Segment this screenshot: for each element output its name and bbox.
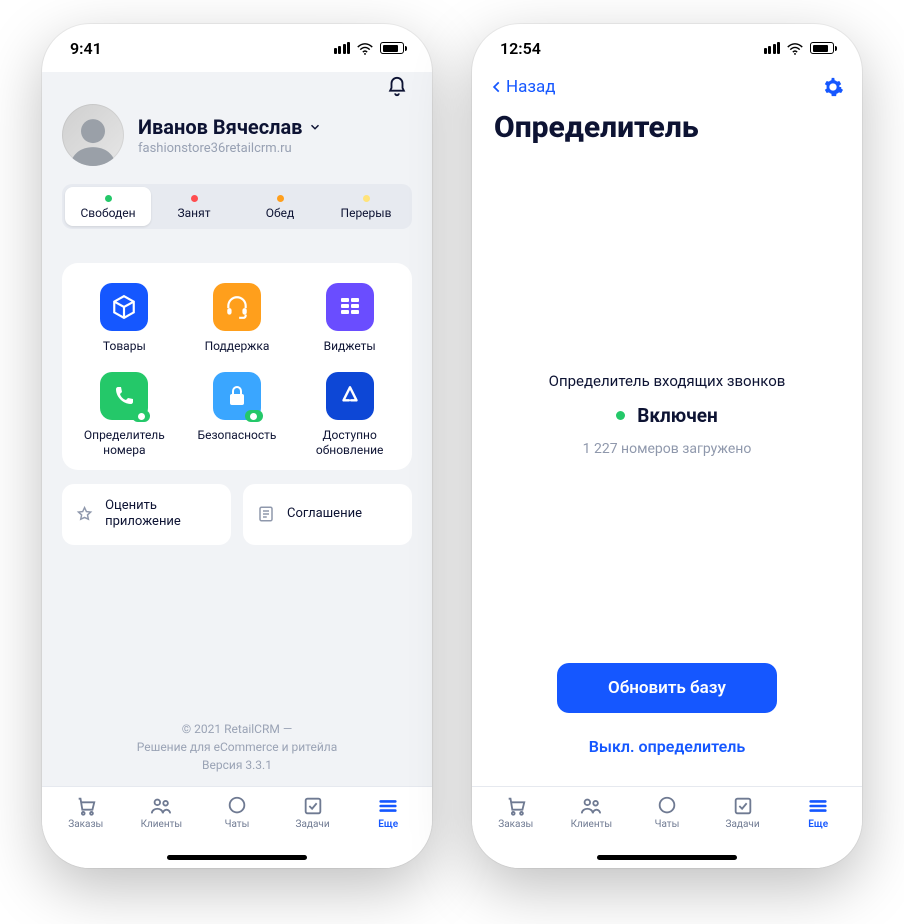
tab-orders[interactable]: Заказы xyxy=(48,795,124,846)
user-header[interactable]: Иванов Вячеслав fashionstore36retailcrm.… xyxy=(62,104,412,166)
grid-item-update[interactable]: Доступно обновление xyxy=(293,368,406,462)
status-indicators xyxy=(334,42,405,55)
document-icon xyxy=(257,504,275,524)
chevron-down-icon xyxy=(308,120,322,134)
tab-chats[interactable]: Чаты xyxy=(629,795,705,846)
agreement-card[interactable]: Соглашение xyxy=(243,484,412,545)
rate-app-card[interactable]: Оценить приложение xyxy=(62,484,231,545)
wifi-icon xyxy=(786,42,804,55)
home-indicator xyxy=(597,855,737,860)
app-footer: © 2021 RetailCRM — Решение для eCommerce… xyxy=(42,720,432,786)
headset-icon xyxy=(213,283,261,331)
widgets-icon xyxy=(326,283,374,331)
features-grid: Товары Поддержка Виджеты xyxy=(62,263,412,470)
disable-caller-id-link[interactable]: Выкл. определитель xyxy=(589,737,745,756)
lock-icon xyxy=(213,372,261,420)
grid-item-security[interactable]: Безопасность xyxy=(181,368,294,462)
tab-clients[interactable]: Клиенты xyxy=(124,795,200,846)
status-time: 9:41 xyxy=(70,39,102,58)
on-badge-icon xyxy=(132,410,150,422)
tab-more[interactable]: Еще xyxy=(780,795,856,846)
tab-chats[interactable]: Чаты xyxy=(199,795,275,846)
gear-icon[interactable] xyxy=(822,76,844,98)
cube-icon xyxy=(100,283,148,331)
tab-tasks[interactable]: Задачи xyxy=(275,795,351,846)
status-bar: 12:54 xyxy=(472,24,862,72)
numbers-loaded: 1 227 номеров загружено xyxy=(583,441,752,457)
caller-id-state: Включен xyxy=(616,404,718,427)
notifications-icon[interactable] xyxy=(386,76,408,98)
status-dot-icon xyxy=(616,411,625,420)
more-screen-phone: 9:41 Иванов Вячеслав xyxy=(42,24,432,868)
home-indicator xyxy=(167,855,307,860)
back-button[interactable]: Назад xyxy=(490,77,556,97)
wifi-icon xyxy=(356,42,374,55)
on-badge-icon xyxy=(245,410,263,422)
status-indicators xyxy=(764,42,835,55)
star-icon xyxy=(76,504,93,524)
avatar xyxy=(62,104,124,166)
tab-clients[interactable]: Клиенты xyxy=(554,795,630,846)
status-break[interactable]: Перерыв xyxy=(323,187,409,226)
cellular-icon xyxy=(764,42,781,54)
status-lunch[interactable]: Обед xyxy=(237,187,323,226)
caller-id-phone: 12:54 Назад Определитель Определитель вх… xyxy=(472,24,862,868)
status-bar: 9:41 xyxy=(42,24,432,72)
grid-item-support[interactable]: Поддержка xyxy=(181,279,294,358)
page-title: Определитель xyxy=(472,100,862,145)
grid-item-widgets[interactable]: Виджеты xyxy=(293,279,406,358)
chevron-left-icon xyxy=(490,77,504,97)
tab-orders[interactable]: Заказы xyxy=(478,795,554,846)
tab-tasks[interactable]: Задачи xyxy=(705,795,781,846)
status-time: 12:54 xyxy=(500,39,541,58)
appstore-icon xyxy=(326,372,374,420)
cellular-icon xyxy=(334,42,351,54)
availability-segmented: Свободен Занят Обед Перерыв xyxy=(62,184,412,229)
user-name: Иванов Вячеслав xyxy=(138,115,302,139)
phone-icon xyxy=(100,372,148,420)
battery-icon xyxy=(380,42,404,54)
user-domain: fashionstore36retailcrm.ru xyxy=(138,141,322,156)
status-busy[interactable]: Занят xyxy=(151,187,237,226)
grid-item-caller-id[interactable]: Определитель номера xyxy=(68,368,181,462)
caller-id-subtitle: Определитель входящих звонков xyxy=(549,372,786,390)
status-free[interactable]: Свободен xyxy=(65,187,151,226)
battery-icon xyxy=(810,42,834,54)
update-db-button[interactable]: Обновить базу xyxy=(557,663,777,713)
grid-item-products[interactable]: Товары xyxy=(68,279,181,358)
tab-more[interactable]: Еще xyxy=(350,795,426,846)
